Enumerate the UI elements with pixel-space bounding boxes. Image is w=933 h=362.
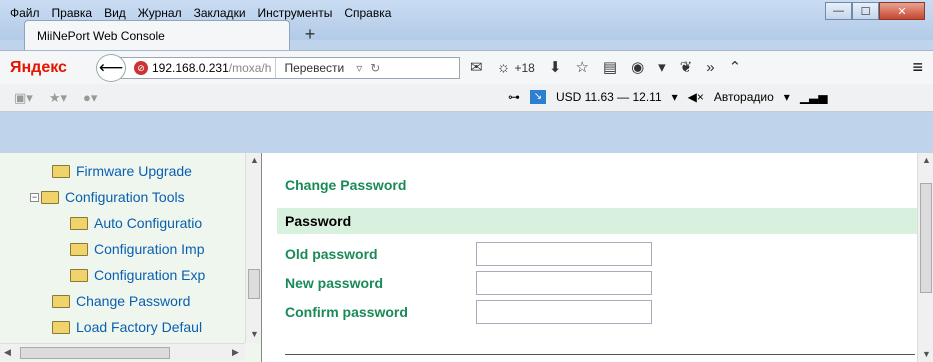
weather-widget[interactable]: ☼ +18 (497, 59, 535, 76)
comments-icon[interactable]: ●▾ (83, 90, 97, 106)
folder-open-icon (41, 190, 59, 204)
minimize-button[interactable]: — (825, 2, 852, 20)
new-password-field[interactable] (476, 271, 652, 295)
folder-icon (70, 268, 88, 282)
menu-tools[interactable]: Инструменты (252, 6, 339, 20)
tree-item-configuration-import[interactable]: Configuration Imp (70, 239, 205, 259)
scroll-right-icon[interactable]: ▶ (232, 347, 239, 358)
tree-item-configuration-export[interactable]: Configuration Exp (70, 265, 205, 285)
section-header: Password (277, 208, 917, 234)
speaker-muted-icon[interactable]: ◀× (688, 90, 704, 104)
sun-icon: ☼ (496, 58, 511, 76)
collapse-expander-icon[interactable]: − (30, 192, 39, 202)
folder-icon (70, 242, 88, 256)
scroll-thumb[interactable] (920, 183, 932, 293)
menu-view[interactable]: Вид (98, 6, 132, 20)
reload-icon[interactable]: ↻ (366, 61, 384, 75)
menu-help[interactable]: Справка (338, 6, 397, 20)
scroll-up-icon[interactable]: ▲ (250, 155, 259, 165)
scroll-thumb[interactable] (248, 269, 260, 299)
download-icon[interactable]: ⬇ (549, 58, 562, 76)
bookmark-star-icon[interactable]: ☆ (575, 58, 588, 76)
extension-icon[interactable]: ❦ (680, 58, 693, 76)
bookmarks-list-icon[interactable]: ▤ (603, 58, 617, 76)
new-password-label: New password (285, 275, 384, 291)
currency-chart-icon: ↘ (530, 90, 546, 104)
mail-icon[interactable]: ✉ (470, 58, 483, 76)
old-password-label: Old password (285, 246, 378, 262)
url-path: /moxa/h (228, 61, 272, 75)
signal-icon: ▁▃▅ (799, 90, 828, 104)
scroll-thumb[interactable] (20, 347, 170, 359)
bookmarks-bar: ▣▾ ★▾ ●▾ ⊶ ↘ USD 11.63 — 12.11 ▾ ◀× Авто… (0, 84, 933, 112)
content-area: Firmware Upgrade − Configuration Tools Au… (0, 153, 933, 362)
maximize-button[interactable]: ☐ (852, 2, 879, 20)
bookmark-tools: ▣▾ ★▾ ●▾ (14, 90, 97, 106)
menu-file[interactable]: Файл (4, 6, 46, 20)
divider (285, 354, 915, 355)
tree-vertical-scrollbar[interactable]: ▲ ▼ (245, 153, 261, 343)
hamburger-menu-icon[interactable]: ≡ (912, 57, 923, 78)
window-controls: — ☐ ✕ (825, 2, 925, 20)
scroll-left-icon[interactable]: ◀ (4, 347, 11, 358)
radio-label[interactable]: Авторадио (714, 90, 774, 104)
folder-icon (52, 320, 70, 334)
chevron-down-icon[interactable]: ▾ (658, 58, 666, 76)
currency-rate[interactable]: USD 11.63 — 12.11 (556, 90, 662, 104)
folder-icon (70, 216, 88, 230)
address-bar[interactable]: ⊘ 192.168.0.231 /moxa/h Перевести ▿ ↻ (120, 57, 460, 79)
back-button[interactable]: ⟵ (96, 54, 126, 82)
tree-item-auto-configuration[interactable]: Auto Configuratio (70, 213, 202, 233)
scroll-down-icon[interactable]: ▼ (922, 349, 931, 359)
navigation-bar: Яндекс ⊘ 192.168.0.231 /moxa/h Перевести… (0, 50, 933, 84)
folder-icon (52, 294, 70, 308)
back-arrow-icon: ⟵ (98, 58, 124, 77)
tree-item-change-password[interactable]: Change Password (52, 291, 190, 311)
yandex-logo[interactable]: Яндекс (10, 59, 67, 77)
confirm-password-field[interactable] (476, 300, 652, 324)
tree-item-configuration-tools[interactable]: − Configuration Tools (30, 187, 185, 207)
toolbar-icons: ✉ ☼ +18 ⬇ ☆ ▤ ◉ ▾ ❦ » ⌃ (470, 58, 742, 77)
translate-button[interactable]: Перевести (275, 58, 352, 78)
site-identity-icon[interactable]: ⊘ (134, 61, 148, 75)
old-password-field[interactable] (476, 242, 652, 266)
chat-icon[interactable]: ◉ (631, 58, 644, 76)
menu-bar: Файл Правка Вид Журнал Закладки Инструме… (4, 6, 397, 20)
confirm-password-label: Confirm password (285, 304, 408, 320)
folder-icon (52, 164, 70, 178)
navigation-tree: Firmware Upgrade − Configuration Tools Au… (0, 153, 262, 362)
chevron-down-icon[interactable]: ▾ (672, 90, 678, 104)
favorites-icon[interactable]: ★▾ (49, 90, 67, 106)
scroll-down-icon[interactable]: ▼ (250, 329, 259, 339)
close-button[interactable]: ✕ (879, 2, 925, 20)
chevron-down-icon[interactable]: ▾ (784, 90, 790, 104)
menu-edit[interactable]: Правка (46, 6, 99, 20)
tree-item-firmware-upgrade[interactable]: Firmware Upgrade (52, 161, 192, 181)
widgets: ⊶ ↘ USD 11.63 — 12.11 ▾ ◀× Авторадио ▾ ▁… (508, 90, 828, 104)
overflow-icon[interactable]: » (706, 59, 714, 76)
tree-item-load-factory-default[interactable]: Load Factory Defaul (52, 317, 202, 337)
main-vertical-scrollbar[interactable]: ▲ ▼ (917, 153, 933, 362)
collapse-icon[interactable]: ⌃ (729, 58, 742, 76)
dropdown-icon[interactable]: ▿ (352, 61, 366, 75)
main-panel: Change Password Password Old password Ne… (263, 153, 917, 362)
new-tab-button[interactable]: + (296, 24, 324, 48)
url-host: 192.168.0.231 (152, 61, 229, 75)
key-icon[interactable]: ⊶ (508, 90, 520, 104)
tree-horizontal-scrollbar[interactable]: ◀ ▶ (0, 343, 245, 361)
scroll-up-icon[interactable]: ▲ (922, 155, 931, 165)
menu-history[interactable]: Журнал (132, 6, 188, 20)
menu-bookmarks[interactable]: Закладки (188, 6, 252, 20)
page-title: Change Password (285, 177, 407, 193)
page-tools-icon[interactable]: ▣▾ (14, 90, 33, 106)
tab-miineport[interactable]: MiiNePort Web Console (24, 20, 290, 50)
